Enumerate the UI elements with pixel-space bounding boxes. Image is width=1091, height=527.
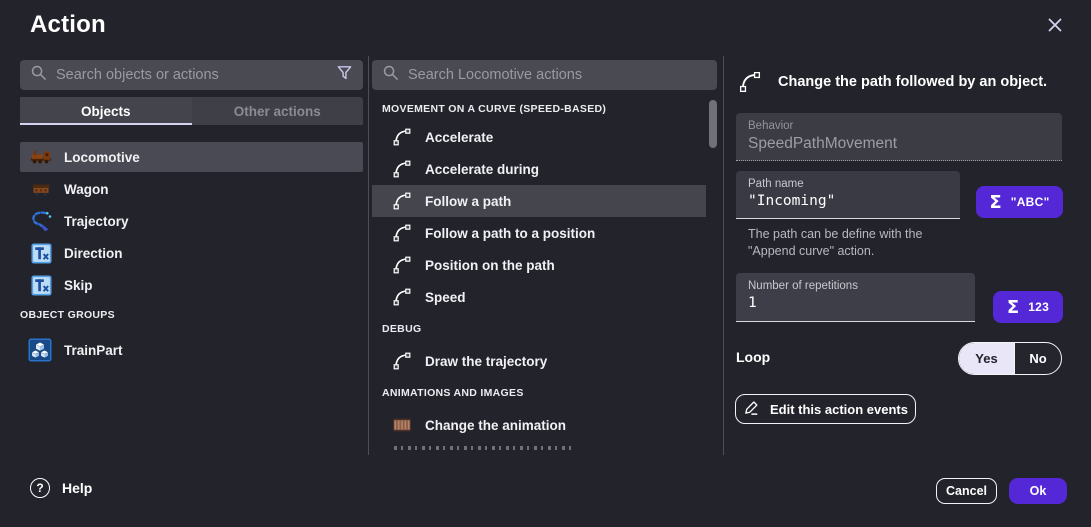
path-curve-icon [392, 159, 412, 179]
path-curve-icon [392, 127, 412, 147]
object-row-trajectory[interactable]: Trajectory [20, 206, 363, 236]
objects-search-input[interactable] [56, 67, 327, 83]
action-row-accelerate[interactable]: Accelerate [372, 121, 706, 153]
action-row-draw-trajectory[interactable]: Draw the trajectory [372, 345, 706, 377]
behavior-field-label: Behavior [748, 120, 1050, 132]
path-curve-icon [738, 70, 762, 94]
path-curve-icon [392, 255, 412, 275]
object-row-direction[interactable]: Direction [20, 238, 363, 268]
sigma-icon: Σ [1007, 297, 1019, 318]
repetitions-input[interactable] [748, 295, 963, 311]
text-object-icon [30, 242, 52, 264]
section-header: MOVEMENT ON A CURVE (SPEED-BASED) [372, 96, 706, 121]
animation-icon [392, 415, 412, 435]
action-row-accelerate-during[interactable]: Accelerate during [372, 153, 706, 185]
clipped-next-row [394, 446, 572, 450]
path-expression-button[interactable]: Σ "ABC" [976, 186, 1063, 218]
path-name-input[interactable] [748, 193, 948, 209]
object-groups-header: OBJECT GROUPS [20, 309, 115, 321]
path-help-text: The path can be define with the "Append … [748, 226, 922, 260]
wagon-icon [30, 178, 52, 200]
tab-objects[interactable]: Objects [20, 97, 192, 125]
path-name-field: Path name [736, 171, 960, 219]
path-curve-icon [392, 191, 412, 211]
locomotive-icon [30, 146, 52, 168]
group-row-trainpart[interactable]: TrainPart [20, 334, 363, 366]
tab-other-actions[interactable]: Other actions [192, 97, 364, 125]
scrollbar-thumb[interactable] [709, 100, 717, 148]
trajectory-icon [30, 210, 52, 232]
filter-icon[interactable] [336, 64, 353, 86]
text-object-icon [30, 274, 52, 296]
actions-search-bar [372, 60, 717, 90]
path-curve-icon [392, 351, 412, 371]
repetitions-expression-button[interactable]: Σ 123 [993, 291, 1063, 323]
dialog-title: Action [30, 11, 106, 39]
left-tabs: Objects Other actions [20, 97, 363, 125]
panel-divider [368, 56, 369, 455]
loop-label: Loop [736, 349, 770, 365]
sigma-icon: Σ [989, 192, 1001, 213]
path-curve-icon [392, 287, 412, 307]
edit-action-events-button[interactable]: Edit this action events [735, 394, 916, 424]
section-header: ANIMATIONS AND IMAGES [372, 377, 706, 409]
help-link[interactable]: ? Help [30, 478, 92, 498]
action-description: Change the path followed by an object. [778, 74, 1047, 90]
object-row-skip[interactable]: Skip [20, 270, 363, 300]
objects-search-bar [20, 60, 363, 90]
loop-toggle: Yes No [958, 342, 1062, 375]
repetitions-field: Number of repetitions [736, 273, 975, 322]
actions-list: MOVEMENT ON A CURVE (SPEED-BASED) Accele… [372, 96, 706, 450]
close-button[interactable] [1041, 13, 1069, 41]
objects-list: Locomotive Wagon Trajectory [20, 142, 363, 302]
behavior-field-value [748, 135, 1050, 153]
path-curve-icon [392, 223, 412, 243]
cancel-button[interactable]: Cancel [936, 478, 997, 504]
actions-search-input[interactable] [408, 67, 707, 83]
action-row-follow-a-path-to-position[interactable]: Follow a path to a position [372, 217, 706, 249]
repetitions-field-label: Number of repetitions [748, 280, 963, 292]
ok-button[interactable]: Ok [1009, 478, 1067, 504]
close-icon [1045, 15, 1065, 40]
loop-no-option[interactable]: No [1014, 343, 1061, 374]
action-row-follow-a-path[interactable]: Follow a path [372, 185, 706, 217]
actions-scrollbar [709, 96, 717, 450]
object-row-locomotive[interactable]: Locomotive [20, 142, 363, 172]
panel-divider [723, 56, 724, 455]
section-header: DEBUG [372, 313, 706, 345]
action-dialog: Action Objects Other actions [0, 0, 1091, 527]
object-row-wagon[interactable]: Wagon [20, 174, 363, 204]
action-row-speed[interactable]: Speed [372, 281, 706, 313]
pencil-icon [743, 399, 760, 419]
object-group-icon [28, 338, 52, 362]
path-name-field-label: Path name [748, 178, 948, 190]
action-row-change-animation[interactable]: Change the animation [372, 409, 706, 441]
action-description-header: Change the path followed by an object. [738, 70, 1068, 94]
help-icon: ? [30, 478, 50, 498]
search-icon [382, 64, 399, 86]
action-row-position-on-path[interactable]: Position on the path [372, 249, 706, 281]
loop-yes-option[interactable]: Yes [959, 343, 1014, 374]
search-icon [30, 64, 47, 86]
behavior-field: Behavior [736, 113, 1062, 161]
